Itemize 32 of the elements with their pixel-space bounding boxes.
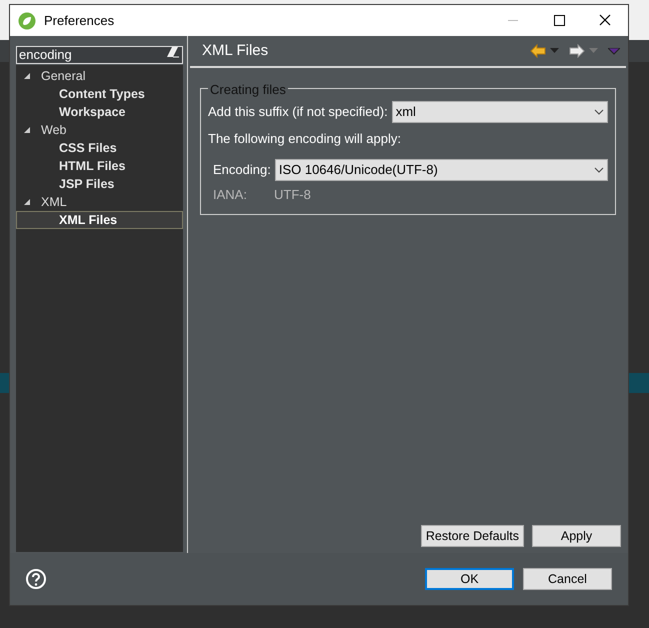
iana-value: UTF-8	[274, 186, 311, 204]
suffix-label: Add this suffix (if not specified):	[208, 103, 388, 122]
leaf-logo-icon	[18, 12, 36, 30]
ok-button[interactable]: OK	[425, 568, 514, 590]
iana-label: IANA:	[213, 186, 248, 204]
chevron-down-icon	[594, 109, 604, 115]
expanded-triangle-icon[interactable]	[23, 198, 31, 206]
apply-button[interactable]: Apply	[532, 525, 621, 547]
suffix-dropdown[interactable]: xml	[392, 101, 608, 123]
encoding-label: Encoding:	[213, 160, 271, 179]
expanded-triangle-icon[interactable]	[23, 72, 31, 80]
back-arrow-icon[interactable]	[530, 44, 546, 58]
tree-item[interactable]: General	[16, 67, 183, 85]
forward-arrow-icon[interactable]	[569, 44, 585, 58]
tree-item[interactable]: Content Types	[16, 85, 183, 103]
tree-item[interactable]: CSS Files	[16, 139, 183, 157]
tree-item[interactable]: Web	[16, 121, 183, 139]
help-icon[interactable]	[26, 569, 46, 589]
expanded-triangle-icon[interactable]	[23, 126, 31, 134]
window-title: Preferences	[44, 12, 114, 30]
tree-item[interactable]: XML Files	[16, 211, 183, 229]
cancel-button[interactable]: Cancel	[523, 568, 612, 590]
page-title: XML Files	[202, 40, 268, 61]
filter-field[interactable]: encoding	[16, 46, 183, 64]
tree-item[interactable]: HTML Files	[16, 157, 183, 175]
restore-defaults-button[interactable]: Restore Defaults	[420, 525, 524, 547]
tree-item[interactable]: JSP Files	[16, 175, 183, 193]
encoding-dropdown[interactable]: ISO 10646/Unicode(UTF-8)	[274, 158, 608, 180]
chevron-down-icon	[594, 166, 604, 172]
encoding-note: The following encoding will apply:	[208, 130, 402, 148]
tree-item[interactable]: XML	[16, 193, 183, 211]
tree-item[interactable]: Workspace	[16, 103, 183, 121]
